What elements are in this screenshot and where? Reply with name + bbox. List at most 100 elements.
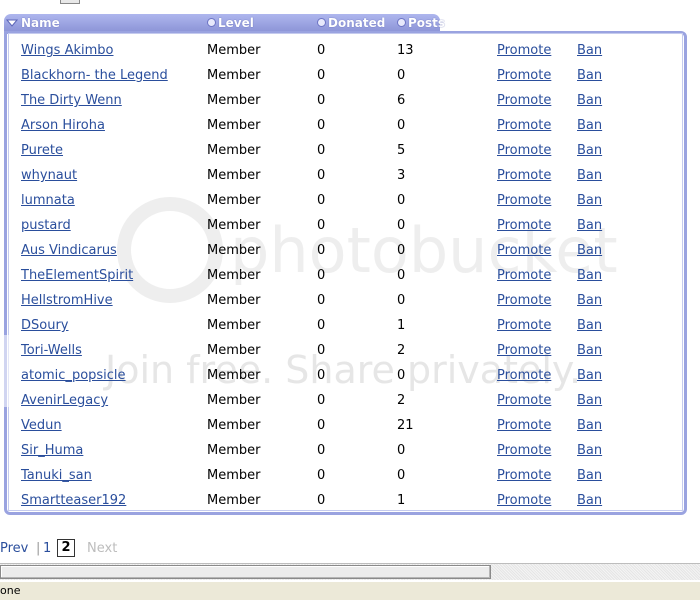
bullet-icon — [397, 18, 406, 27]
ban-link[interactable]: Ban — [577, 188, 602, 213]
promote-link[interactable]: Promote — [497, 463, 551, 488]
ban-link[interactable]: Ban — [577, 163, 602, 188]
ban-link[interactable]: Ban — [577, 388, 602, 413]
member-donated: 0 — [317, 493, 326, 508]
member-level: Member — [207, 243, 261, 258]
promote-link[interactable]: Promote — [497, 188, 551, 213]
member-level: Member — [207, 318, 261, 333]
promote-link[interactable]: Promote — [497, 363, 551, 388]
status-bar: one — [0, 581, 700, 600]
table-row: pustard Member 0 0 Promote Ban — [0, 213, 700, 238]
member-posts: 2 — [397, 393, 406, 408]
table-row: The Dirty Wenn Member 0 6 Promote Ban — [0, 88, 700, 113]
ban-link[interactable]: Ban — [577, 213, 602, 238]
member-name-link[interactable]: Sir_Huma — [21, 438, 83, 463]
member-donated: 0 — [317, 318, 326, 333]
horizontal-scrollbar[interactable] — [0, 563, 700, 580]
member-posts: 1 — [397, 493, 406, 508]
member-donated: 0 — [317, 118, 326, 133]
member-level: Member — [207, 93, 261, 108]
member-name-link[interactable]: DSoury — [21, 313, 69, 338]
promote-link[interactable]: Promote — [497, 138, 551, 163]
table-row: Tanuki_san Member 0 0 Promote Ban — [0, 463, 700, 488]
member-name-link[interactable]: Tori-Wells — [21, 338, 82, 363]
sort-arrow-icon[interactable] — [6, 17, 18, 29]
promote-link[interactable]: Promote — [497, 388, 551, 413]
member-name-link[interactable]: lumnata — [21, 188, 75, 213]
pager-page-1-link[interactable]: 1 — [43, 540, 51, 558]
member-name-link[interactable]: HellstromHive — [21, 288, 113, 313]
member-donated: 0 — [317, 168, 326, 183]
promote-link[interactable]: Promote — [497, 63, 551, 88]
ban-link[interactable]: Ban — [577, 138, 602, 163]
member-name-link[interactable]: Arson Hiroha — [21, 113, 105, 138]
promote-link[interactable]: Promote — [497, 413, 551, 438]
table-row: Sir_Huma Member 0 0 Promote Ban — [0, 438, 700, 463]
table-row: Smartteaser192 Member 0 1 Promote Ban — [0, 488, 700, 513]
promote-link[interactable]: Promote — [497, 313, 551, 338]
member-posts: 0 — [397, 218, 406, 233]
promote-link[interactable]: Promote — [497, 38, 551, 63]
promote-link[interactable]: Promote — [497, 263, 551, 288]
pager-prev-link[interactable]: Prev — [0, 540, 28, 558]
member-name-link[interactable]: atomic_popsicle — [21, 363, 126, 388]
member-donated: 0 — [317, 93, 326, 108]
promote-link[interactable]: Promote — [497, 488, 551, 513]
ban-link[interactable]: Ban — [577, 363, 602, 388]
promote-link[interactable]: Promote — [497, 88, 551, 113]
member-name-link[interactable]: Tanuki_san — [21, 463, 92, 488]
ban-link[interactable]: Ban — [577, 413, 602, 438]
column-header-level[interactable]: Level — [207, 16, 254, 30]
promote-link[interactable]: Promote — [497, 213, 551, 238]
scrollbar-thumb[interactable] — [0, 565, 491, 579]
column-header-donated[interactable]: Donated — [317, 16, 385, 30]
ban-link[interactable]: Ban — [577, 313, 602, 338]
member-level: Member — [207, 293, 261, 308]
promote-link[interactable]: Promote — [497, 338, 551, 363]
top-stub — [60, 0, 80, 4]
member-level: Member — [207, 143, 261, 158]
member-name-link[interactable]: TheElementSpirit — [21, 263, 133, 288]
ban-link[interactable]: Ban — [577, 338, 602, 363]
member-name-link[interactable]: AvenirLegacy — [21, 388, 108, 413]
promote-link[interactable]: Promote — [497, 113, 551, 138]
ban-link[interactable]: Ban — [577, 263, 602, 288]
member-level: Member — [207, 118, 261, 133]
member-posts: 21 — [397, 418, 414, 433]
member-name-link[interactable]: whynaut — [21, 163, 77, 188]
promote-link[interactable]: Promote — [497, 163, 551, 188]
member-name-link[interactable]: Blackhorn- the Legend — [21, 63, 168, 88]
pager-current-page: 2 — [57, 539, 75, 557]
pager-next-disabled: Next — [87, 541, 118, 556]
ban-link[interactable]: Ban — [577, 438, 602, 463]
table-row: Aus Vindicarus Member 0 0 Promote Ban — [0, 238, 700, 263]
column-header-name[interactable]: Name — [21, 16, 60, 30]
ban-link[interactable]: Ban — [577, 113, 602, 138]
ban-link[interactable]: Ban — [577, 463, 602, 488]
member-donated: 0 — [317, 143, 326, 158]
ban-link[interactable]: Ban — [577, 63, 602, 88]
ban-link[interactable]: Ban — [577, 38, 602, 63]
member-name-link[interactable]: Aus Vindicarus — [21, 238, 117, 263]
member-name-link[interactable]: Purete — [21, 138, 63, 163]
member-name-link[interactable]: Smartteaser192 — [21, 488, 126, 513]
promote-link[interactable]: Promote — [497, 288, 551, 313]
member-donated: 0 — [317, 343, 326, 358]
promote-link[interactable]: Promote — [497, 238, 551, 263]
member-name-link[interactable]: pustard — [21, 213, 71, 238]
member-level: Member — [207, 443, 261, 458]
column-header-posts[interactable]: Posts — [397, 16, 445, 30]
member-posts: 0 — [397, 243, 406, 258]
ban-link[interactable]: Ban — [577, 238, 602, 263]
member-posts: 0 — [397, 368, 406, 383]
member-name-link[interactable]: Vedun — [21, 413, 62, 438]
ban-link[interactable]: Ban — [577, 488, 602, 513]
member-name-link[interactable]: The Dirty Wenn — [21, 88, 122, 113]
ban-link[interactable]: Ban — [577, 288, 602, 313]
member-level: Member — [207, 168, 261, 183]
promote-link[interactable]: Promote — [497, 438, 551, 463]
pager-separator: | — [36, 541, 41, 556]
ban-link[interactable]: Ban — [577, 88, 602, 113]
member-name-link[interactable]: Wings Akimbo — [21, 38, 113, 63]
table-row: TheElementSpirit Member 0 0 Promote Ban — [0, 263, 700, 288]
